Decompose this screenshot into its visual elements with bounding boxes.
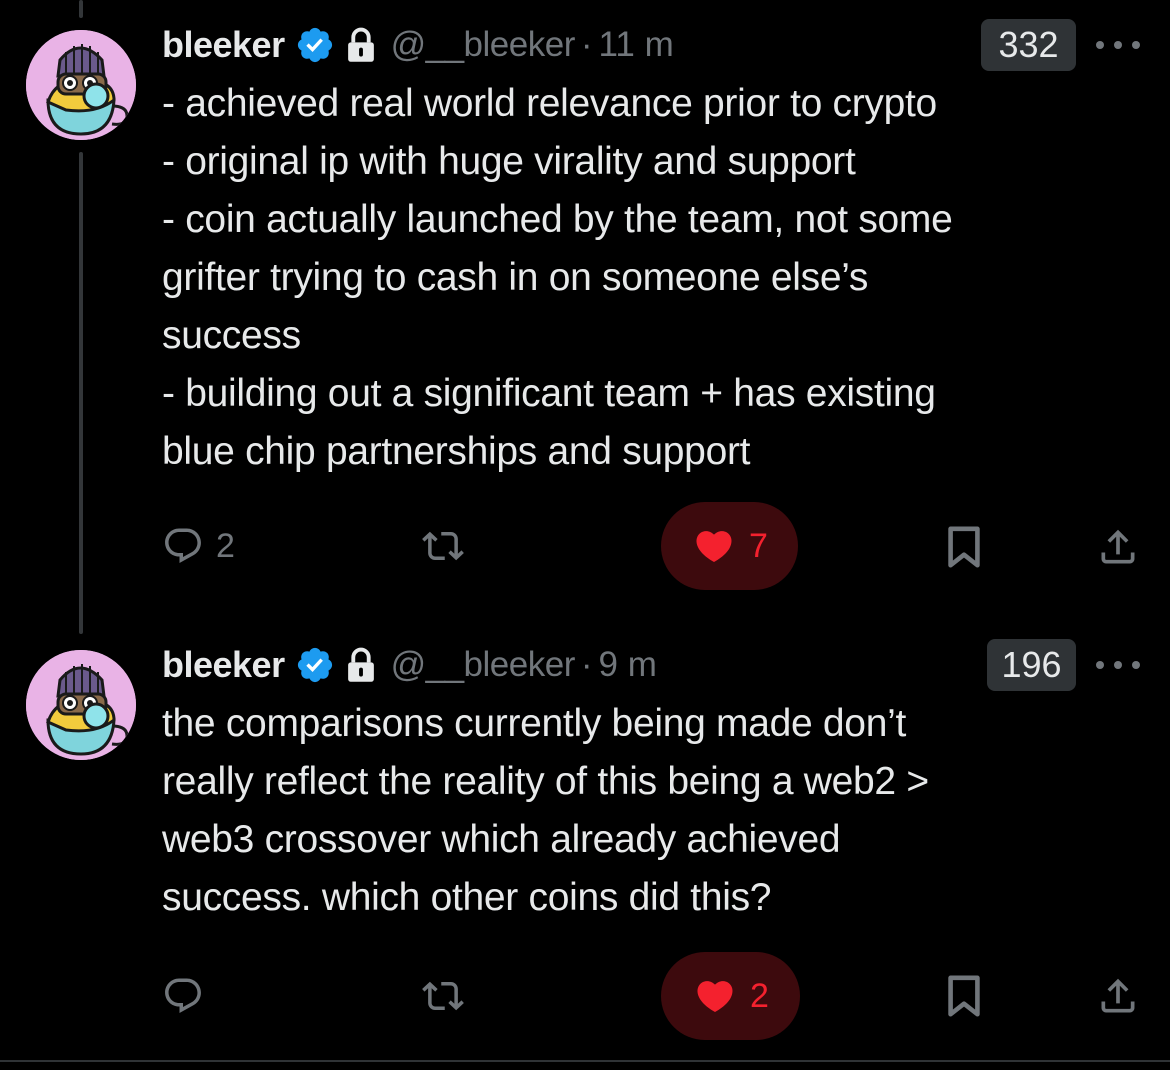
tweet-text-line: success. which other coins did this? xyxy=(162,876,772,919)
reply-button[interactable]: 2 xyxy=(162,525,235,567)
like-button[interactable]: 7 xyxy=(661,502,798,590)
repost-button[interactable] xyxy=(420,525,466,567)
divider xyxy=(0,1060,1170,1062)
tweet-text-line: grifter trying to cash in on someone els… xyxy=(162,256,869,299)
like-count: 7 xyxy=(749,526,768,565)
tweet-text-line: success xyxy=(162,314,301,357)
share-icon xyxy=(1101,978,1135,1013)
tweet-text: the comparisons currently being made don… xyxy=(162,695,1152,927)
avatar-image xyxy=(26,650,136,760)
tweet-text-line: - building out a significant team + has … xyxy=(162,372,936,415)
lock-icon xyxy=(347,27,374,62)
avatar-image xyxy=(26,30,136,140)
tweet[interactable]: bleeker @__bleeker · 9 m 196 the compari… xyxy=(0,620,1170,1060)
tweet-header: bleeker @__bleeker · 9 m xyxy=(162,640,657,690)
repost-icon xyxy=(422,531,464,561)
tweet-text: - achieved real world relevance prior to… xyxy=(162,75,1152,481)
reply-icon xyxy=(165,978,201,1013)
like-button[interactable]: 2 xyxy=(661,952,800,1040)
user-handle[interactable]: @__bleeker xyxy=(391,645,576,685)
repost-button[interactable] xyxy=(420,975,466,1017)
bookmark-icon xyxy=(948,975,980,1017)
repost-icon xyxy=(422,981,464,1011)
tweet-text-line: the comparisons currently being made don… xyxy=(162,702,906,745)
display-name[interactable]: bleeker xyxy=(162,644,285,686)
verified-badge-icon xyxy=(297,27,332,63)
avatar[interactable] xyxy=(26,650,136,760)
like-count: 2 xyxy=(750,976,769,1015)
tweet-text-line: blue chip partnerships and support xyxy=(162,430,751,473)
share-button[interactable] xyxy=(1096,973,1140,1019)
bookmark-button[interactable] xyxy=(944,525,984,571)
tweet-text-line: - achieved real world relevance prior to… xyxy=(162,82,937,125)
verified-badge-icon xyxy=(297,647,332,683)
more-options-icon[interactable] xyxy=(1096,659,1140,671)
reply-count: 2 xyxy=(216,526,235,565)
bookmark-button[interactable] xyxy=(944,974,984,1020)
more-options-icon[interactable] xyxy=(1096,39,1140,51)
view-count-badge: 196 xyxy=(987,639,1076,691)
tweet-header: bleeker @__bleeker · 11 m xyxy=(162,20,674,70)
heart-icon xyxy=(696,531,732,563)
share-icon xyxy=(1101,529,1135,564)
tweet[interactable]: bleeker @__bleeker · 11 m 332 - achieved… xyxy=(0,0,1170,620)
reply-button[interactable] xyxy=(162,975,216,1017)
view-count-badge: 332 xyxy=(981,19,1076,71)
separator-dot: · xyxy=(580,25,593,64)
reply-icon xyxy=(165,528,201,563)
heart-icon xyxy=(697,981,733,1013)
tweet-text-line: - coin actually launched by the team, no… xyxy=(162,198,953,241)
bookmark-icon xyxy=(948,526,980,568)
tweet-text-line: web3 crossover which already achieved xyxy=(162,818,841,861)
separator-dot: · xyxy=(580,645,593,684)
display-name[interactable]: bleeker xyxy=(162,24,285,66)
timestamp[interactable]: 11 m xyxy=(599,25,674,65)
tweet-text-line: - original ip with huge virality and sup… xyxy=(162,140,856,183)
user-handle[interactable]: @__bleeker xyxy=(391,25,576,65)
share-button[interactable] xyxy=(1096,524,1140,570)
avatar[interactable] xyxy=(26,30,136,140)
tweet-text-line: really reflect the reality of this being… xyxy=(162,760,929,803)
timestamp[interactable]: 9 m xyxy=(599,645,657,685)
lock-icon xyxy=(347,647,374,682)
